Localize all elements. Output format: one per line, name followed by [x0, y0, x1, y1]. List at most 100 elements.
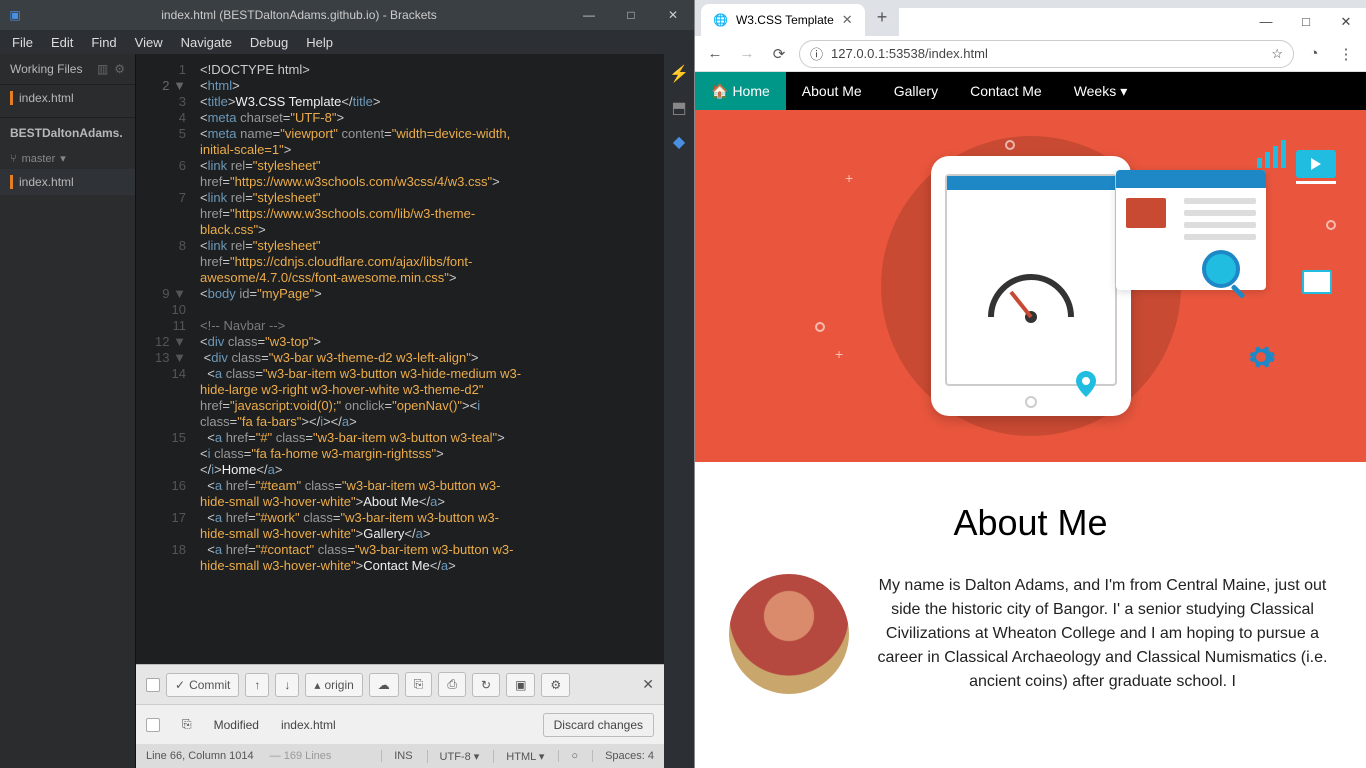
stage-file-checkbox[interactable]: [146, 718, 160, 732]
clone-button[interactable]: ⎙: [438, 672, 466, 697]
popup-graphic: [1116, 170, 1266, 290]
url-text: 127.0.0.1:53538/index.html: [831, 46, 988, 61]
nav-gallery[interactable]: Gallery: [878, 72, 954, 110]
diff-icon[interactable]: ⎘: [182, 717, 192, 732]
tablet-graphic: [931, 156, 1131, 416]
brackets-titlebar[interactable]: ▣ index.html (BESTDaltonAdams.github.io)…: [0, 0, 694, 30]
forward-button[interactable]: →: [735, 45, 759, 62]
chevron-down-icon: ▾: [60, 152, 66, 165]
project-header[interactable]: BESTDaltonAdams.: [0, 117, 135, 148]
maximize-button[interactable]: □: [610, 8, 652, 22]
settings-button[interactable]: ⚙: [541, 673, 570, 697]
about-section: About Me My name is Dalton Adams, and I'…: [695, 462, 1366, 768]
favicon-icon: 🌐: [713, 13, 728, 27]
encoding[interactable]: UTF-8 ▾: [427, 750, 480, 763]
brackets-title: index.html (BESTDaltonAdams.github.io) -…: [30, 8, 568, 22]
star-icon[interactable]: ☆: [1271, 46, 1283, 62]
working-file-name: index.html: [19, 91, 74, 105]
pull-button[interactable]: ↓: [275, 673, 299, 697]
image-icon: [1302, 270, 1332, 294]
working-file-item[interactable]: index.html: [0, 85, 135, 111]
project-file-item[interactable]: index.html: [0, 169, 135, 195]
magnifier-icon: [1202, 250, 1240, 288]
extensions-icon[interactable]: ⬒: [671, 98, 686, 118]
info-icon[interactable]: ⓘ: [810, 44, 823, 63]
video-icon: [1296, 150, 1336, 184]
git-branch[interactable]: ⑂ master ▾: [0, 148, 135, 169]
reload-button[interactable]: ⟳: [767, 45, 791, 63]
minimize-button[interactable]: —: [1246, 14, 1286, 30]
lint-status-icon[interactable]: ○: [558, 750, 578, 762]
git-icon[interactable]: ◆: [673, 132, 685, 152]
brackets-menubar: File Edit Find View Navigate Debug Help: [0, 30, 694, 54]
browser-window: 🌐 W3.CSS Template ✕ + — □ ✕ ← → ⟳ ⓘ 127.…: [694, 0, 1366, 768]
about-text: My name is Dalton Adams, and I'm from Ce…: [873, 574, 1332, 694]
indentation[interactable]: Spaces: 4: [592, 750, 654, 762]
terminal-button[interactable]: ▣: [506, 673, 535, 697]
menu-help[interactable]: Help: [306, 35, 333, 50]
stage-all-checkbox[interactable]: [146, 678, 160, 692]
modified-indicator-icon: [10, 91, 13, 105]
avatar: [729, 574, 849, 694]
minimize-button[interactable]: —: [568, 8, 610, 22]
nav-about[interactable]: About Me: [786, 72, 878, 110]
split-icon[interactable]: ▥: [97, 62, 108, 76]
new-tab-button[interactable]: +: [865, 0, 900, 36]
close-button[interactable]: ✕: [1326, 14, 1366, 30]
line-count: 169 Lines: [284, 750, 332, 762]
about-heading: About Me: [715, 502, 1346, 544]
menu-navigate[interactable]: Navigate: [181, 35, 232, 50]
nav-contact[interactable]: Contact Me: [954, 72, 1058, 110]
remote-button[interactable]: ▴ origin: [305, 673, 362, 697]
cursor-position[interactable]: Line 66, Column 1014: [146, 750, 254, 762]
menu-find[interactable]: Find: [91, 35, 116, 50]
maximize-button[interactable]: □: [1286, 14, 1326, 30]
browser-toolbar: ← → ⟳ ⓘ 127.0.0.1:53538/index.html ☆ ◔ ⋮: [695, 36, 1366, 72]
menu-debug[interactable]: Debug: [250, 35, 288, 50]
browser-tab[interactable]: 🌐 W3.CSS Template ✕: [701, 4, 865, 36]
push-button[interactable]: ↑: [245, 673, 269, 697]
branch-icon: ⑂: [10, 153, 17, 165]
gear-icon[interactable]: ⚙: [114, 62, 125, 76]
insert-mode[interactable]: INS: [381, 750, 412, 762]
commit-button[interactable]: ✓ Commit: [166, 673, 239, 697]
branch-name: master: [22, 153, 56, 165]
menu-icon[interactable]: ⋮: [1334, 45, 1358, 63]
live-preview-icon[interactable]: ⚡: [669, 64, 689, 84]
close-tab-button[interactable]: ✕: [842, 12, 853, 28]
bars-icon: [1257, 140, 1286, 168]
page-content: 🏠Home About Me Gallery Contact Me Weeks …: [695, 72, 1366, 768]
refresh-button[interactable]: ↻: [472, 673, 500, 697]
nav-weeks[interactable]: Weeks ▾: [1058, 72, 1144, 110]
code-content[interactable]: <!DOCTYPE html><html><title>W3.CSS Templ…: [196, 54, 664, 664]
language[interactable]: HTML ▾: [493, 750, 544, 763]
hero-section: + + +: [695, 110, 1366, 462]
site-navbar: 🏠Home About Me Gallery Contact Me Weeks …: [695, 72, 1366, 110]
init-button[interactable]: ⎘: [405, 672, 433, 697]
menu-edit[interactable]: Edit: [51, 35, 73, 50]
browser-tabstrip: 🌐 W3.CSS Template ✕ + — □ ✕: [695, 0, 1366, 36]
back-button[interactable]: ←: [703, 45, 727, 62]
menu-view[interactable]: View: [135, 35, 163, 50]
brackets-logo-icon: ▣: [0, 8, 30, 22]
modified-file-name[interactable]: index.html: [281, 718, 336, 732]
fetch-button[interactable]: ☁: [369, 673, 399, 697]
line-gutter: 12 ▼345 6 7 8 9 ▼101112 ▼13 ▼14 15 16 17…: [136, 54, 196, 664]
pin-icon: [1076, 371, 1096, 402]
project-file-name: index.html: [19, 175, 74, 189]
working-files-header[interactable]: Working Files ▥ ⚙: [0, 54, 135, 85]
code-editor[interactable]: 12 ▼345 6 7 8 9 ▼101112 ▼13 ▼14 15 16 17…: [136, 54, 664, 664]
gear-icon: [1246, 342, 1276, 372]
close-panel-button[interactable]: ✕: [642, 676, 654, 693]
address-bar[interactable]: ⓘ 127.0.0.1:53538/index.html ☆: [799, 40, 1294, 68]
git-files-row: ⎘ Modified index.html Discard changes: [136, 704, 664, 744]
discard-button[interactable]: Discard changes: [543, 713, 654, 737]
modified-indicator-icon: [10, 175, 13, 189]
menu-file[interactable]: File: [12, 35, 33, 50]
profile-icon[interactable]: ◔: [1302, 45, 1326, 62]
nav-home[interactable]: 🏠Home: [695, 72, 786, 110]
tab-title: W3.CSS Template: [736, 13, 834, 27]
brackets-window: ▣ index.html (BESTDaltonAdams.github.io)…: [0, 0, 694, 768]
close-button[interactable]: ✕: [652, 8, 694, 22]
file-status: Modified: [214, 718, 259, 732]
